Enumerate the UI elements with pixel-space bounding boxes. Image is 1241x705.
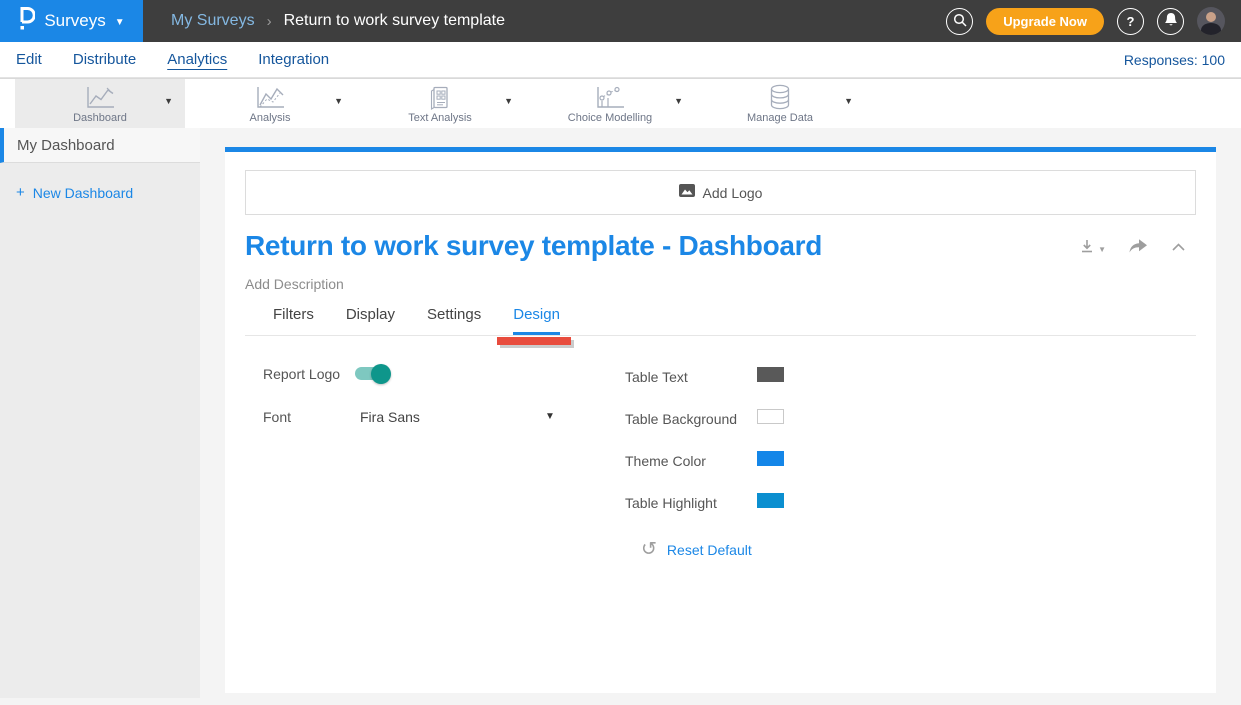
add-description-field[interactable]: Add Description	[245, 276, 344, 292]
analytics-ribbon: Dashboard ▼ Analysis ▼ Text Analysis ▼ C…	[0, 78, 1241, 128]
tab-design[interactable]: Design	[513, 306, 560, 335]
ribbon-label: Choice Modelling	[568, 112, 652, 124]
add-logo-label: Add Logo	[703, 185, 763, 201]
chevron-down-icon[interactable]: ▼	[545, 411, 555, 422]
brand-label: Surveys	[44, 11, 105, 31]
image-icon	[679, 184, 695, 202]
chevron-down-icon[interactable]: ▼	[334, 96, 343, 106]
plus-icon: +	[16, 184, 25, 201]
dashboard-card: Add Logo Return to work survey template …	[225, 152, 1216, 693]
add-logo-dropzone[interactable]: Add Logo	[245, 170, 1196, 215]
red-highlight-annotation	[497, 337, 571, 345]
nav-tab-edit[interactable]: Edit	[16, 51, 42, 68]
chevron-down-icon: ▼	[1098, 245, 1106, 254]
bell-icon	[1164, 12, 1178, 30]
chevron-down-icon[interactable]: ▼	[844, 96, 853, 106]
ribbon-item-manage-data[interactable]: Manage Data ▼	[695, 79, 865, 129]
tab-filters[interactable]: Filters	[273, 306, 314, 335]
reset-icon: ↺	[641, 540, 657, 559]
ribbon-item-choice-modelling[interactable]: Choice Modelling ▼	[525, 79, 695, 129]
toggle-knob	[371, 364, 391, 384]
ribbon-label: Text Analysis	[408, 112, 472, 124]
chevron-down-icon[interactable]: ▼	[164, 96, 173, 106]
breadcrumb-current-survey: Return to work survey template	[284, 12, 505, 30]
nav-tab-integration[interactable]: Integration	[258, 51, 329, 68]
table-background-color-swatch[interactable]	[757, 409, 784, 424]
breadcrumb: My Surveys › Return to work survey templ…	[171, 12, 505, 30]
share-button[interactable]	[1128, 238, 1149, 255]
download-button[interactable]: ▼	[1079, 238, 1106, 255]
avatar-photo	[1206, 12, 1216, 22]
dashboard-actions: ▼	[1079, 238, 1186, 255]
trend-chart-icon	[253, 84, 287, 111]
breadcrumb-separator: ›	[267, 13, 272, 30]
tab-settings[interactable]: Settings	[427, 306, 481, 335]
database-icon	[768, 84, 792, 111]
upgrade-now-button[interactable]: Upgrade Now	[986, 8, 1104, 35]
report-logo-toggle[interactable]	[355, 367, 388, 380]
scatter-chart-icon	[593, 84, 627, 111]
chevron-down-icon[interactable]: ▼	[674, 96, 683, 106]
breadcrumb-my-surveys[interactable]: My Surveys	[171, 12, 255, 30]
table-text-color-swatch[interactable]	[757, 367, 784, 382]
user-avatar[interactable]	[1197, 7, 1225, 35]
collapse-button[interactable]	[1171, 242, 1186, 252]
table-highlight-label: Table Highlight	[625, 495, 717, 511]
help-button[interactable]: ?	[1117, 8, 1144, 35]
responses-count[interactable]: Responses: 100	[1124, 52, 1225, 68]
chevron-down-icon[interactable]: ▼	[504, 96, 513, 106]
questionpro-logo-icon	[18, 6, 35, 37]
theme-color-label: Theme Color	[625, 453, 706, 469]
report-logo-label: Report Logo	[263, 366, 340, 382]
ribbon-item-dashboard[interactable]: Dashboard ▼	[15, 79, 185, 129]
dashboard-sidebar: My Dashboard + New Dashboard	[0, 128, 200, 698]
table-background-label: Table Background	[625, 411, 737, 427]
table-text-label: Table Text	[625, 369, 688, 385]
chevron-down-icon: ▼	[115, 17, 125, 28]
ribbon-label: Manage Data	[747, 112, 813, 124]
question-mark-icon: ?	[1127, 14, 1135, 29]
theme-color-swatch[interactable]	[757, 451, 784, 466]
nav-tab-distribute[interactable]: Distribute	[73, 51, 136, 68]
tab-display[interactable]: Display	[346, 306, 395, 335]
sidebar-item-my-dashboard[interactable]: My Dashboard	[0, 128, 200, 163]
nav-tab-analytics[interactable]: Analytics	[167, 51, 227, 68]
search-button[interactable]	[946, 8, 973, 35]
page-title: Return to work survey template - Dashboa…	[245, 230, 822, 262]
survey-nav: Edit Distribute Analytics Integration Re…	[0, 42, 1241, 78]
ribbon-label: Analysis	[250, 112, 291, 124]
ribbon-label: Dashboard	[73, 112, 127, 124]
ribbon-item-text-analysis[interactable]: Text Analysis ▼	[355, 79, 525, 129]
document-grid-icon	[427, 84, 453, 111]
top-bar: Surveys ▼ My Surveys › Return to work su…	[0, 0, 1241, 42]
settings-tabs: Filters Display Settings Design	[245, 300, 1196, 336]
topbar-actions: Upgrade Now ?	[946, 7, 1241, 35]
font-label: Font	[263, 409, 291, 425]
search-icon	[953, 13, 967, 30]
reset-default-button[interactable]: ↺ Reset Default	[641, 540, 752, 559]
reset-default-label: Reset Default	[667, 542, 752, 558]
font-select[interactable]: Fira Sans	[360, 409, 420, 425]
ribbon-item-analysis[interactable]: Analysis ▼	[185, 79, 355, 129]
new-dashboard-button[interactable]: + New Dashboard	[0, 184, 200, 201]
line-chart-icon	[83, 84, 117, 111]
brand-menu[interactable]: Surveys ▼	[0, 0, 143, 42]
notifications-button[interactable]	[1157, 8, 1184, 35]
table-highlight-color-swatch[interactable]	[757, 493, 784, 508]
